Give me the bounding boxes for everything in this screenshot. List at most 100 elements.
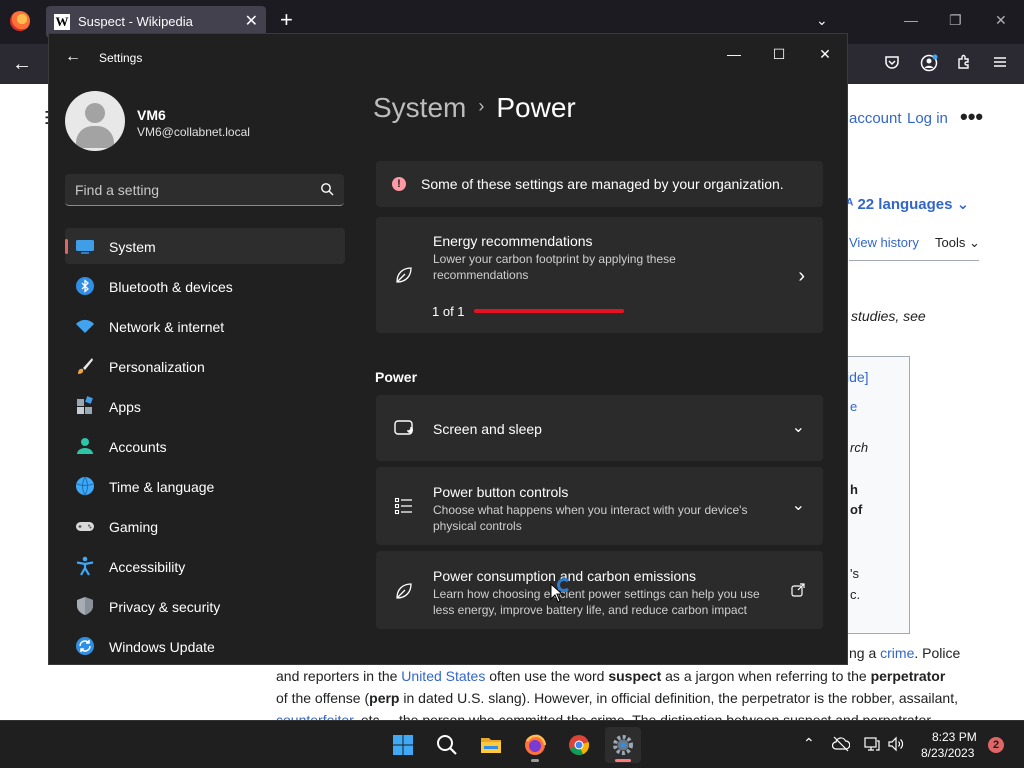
browser-minimize-button[interactable]: —	[904, 12, 918, 28]
article-text: . Police	[914, 645, 961, 661]
infobox-fragment: rch	[850, 440, 869, 455]
nav-item-apps[interactable]: Apps	[65, 388, 345, 424]
login-link[interactable]: Log in	[907, 110, 948, 127]
network-status-icon[interactable]	[864, 736, 880, 752]
article-text: and reporters in the	[276, 668, 402, 684]
article-text: ng a	[849, 645, 881, 661]
article-line: of the offense (perp in dated U.S. slang…	[276, 690, 958, 706]
breadcrumb-system[interactable]: System	[373, 92, 466, 123]
new-tab-button[interactable]: +	[280, 9, 293, 31]
firefox-logo-icon[interactable]	[10, 11, 30, 31]
article-text: in dated U.S. slang). However, in offici…	[399, 690, 958, 706]
nav-item-system[interactable]: System	[65, 228, 345, 264]
screen-and-sleep-card[interactable]: Screen and sleep ⌄	[376, 395, 823, 461]
nav-label: Gaming	[109, 519, 159, 535]
volume-icon[interactable]	[888, 736, 904, 752]
nav-label: Accounts	[109, 439, 167, 455]
article-bold-text: perpetrator	[870, 668, 946, 684]
screen-sleep-title: Screen and sleep	[433, 421, 542, 437]
browser-close-button[interactable]: ✕	[995, 12, 1007, 29]
settings-minimize-button[interactable]: —	[714, 42, 754, 66]
tab-close-icon[interactable]: ✕	[245, 11, 258, 31]
external-link-icon[interactable]	[791, 583, 805, 597]
pocket-icon[interactable]	[884, 54, 900, 70]
hide-link[interactable]: ide]	[846, 369, 869, 385]
nav-item-bluetooth[interactable]: Bluetooth & devices	[65, 268, 345, 304]
file-explorer-button[interactable]	[473, 727, 509, 763]
taskbar-search-button[interactable]	[429, 727, 465, 763]
list-controls-icon	[394, 497, 412, 515]
consumption-description: Learn how choosing efficient power setti…	[433, 587, 760, 617]
clock-time[interactable]: 8:23 PM	[932, 730, 977, 744]
hamburger-menu-icon[interactable]	[992, 54, 1008, 70]
nav-item-accounts[interactable]: Accounts	[65, 428, 345, 464]
firefox-taskbar-button[interactable]	[517, 727, 553, 763]
chrome-taskbar-button[interactable]	[561, 727, 597, 763]
article-bold-text: suspect	[608, 668, 662, 684]
account-icon[interactable]	[920, 54, 938, 72]
article-text: , etc. – the person who committed the cr…	[353, 712, 931, 720]
search-box[interactable]	[65, 174, 344, 206]
breadcrumb: System › Power	[373, 92, 576, 124]
firefox-icon	[525, 734, 546, 755]
article-line: and reporters in the United States often…	[276, 668, 945, 684]
infobox-fragment: 's	[850, 566, 859, 581]
power-consumption-card[interactable]: Power consumption and carbon emissions L…	[376, 551, 823, 629]
avatar-body	[76, 126, 114, 148]
user-email: VM6@collabnet.local	[137, 125, 250, 139]
power-section-heading: Power	[375, 369, 418, 385]
privacy-icon	[77, 597, 93, 615]
energy-progress-fill	[474, 309, 624, 313]
more-options-icon[interactable]: •••	[960, 104, 983, 130]
energy-description: Lower your carbon footprint by applying …	[433, 252, 676, 282]
cloud-offline-icon[interactable]	[832, 736, 850, 752]
notification-badge[interactable]: 2	[988, 737, 1004, 753]
browser-restore-button[interactable]: ❐	[949, 12, 962, 29]
counterfeiter-link[interactable]: counterfeiter	[276, 712, 353, 720]
search-input[interactable]	[65, 174, 305, 205]
article-line: ng a crime. Police	[849, 645, 960, 661]
nav-label: Time & language	[109, 479, 215, 495]
extensions-icon[interactable]	[956, 54, 972, 70]
info-alert-icon: !	[392, 177, 406, 191]
article-bold-text: perp	[369, 690, 400, 706]
view-history-link[interactable]: View history	[849, 235, 919, 250]
search-icon[interactable]	[320, 182, 334, 196]
nav-label: Accessibility	[109, 559, 186, 575]
tab-list-chevron-icon[interactable]: ⌄	[816, 12, 828, 29]
power-button-title: Power button controls	[433, 484, 569, 500]
nav-item-windows-update[interactable]: Windows Update	[65, 628, 345, 664]
active-indicator	[615, 759, 631, 762]
crime-link[interactable]: crime	[880, 645, 914, 661]
settings-taskbar-button[interactable]	[605, 727, 641, 763]
settings-maximize-button[interactable]: ☐	[759, 42, 799, 66]
languages-button[interactable]: ᴬ 22 languages ⌄	[846, 195, 969, 213]
screen-sleep-icon	[394, 420, 413, 435]
wikipedia-favicon-icon: W	[54, 14, 70, 30]
chrome-icon	[569, 735, 590, 756]
article-text: often use the word	[485, 668, 609, 684]
nav-item-time-language[interactable]: Time & language	[65, 468, 345, 504]
nav-item-privacy-security[interactable]: Privacy & security	[65, 588, 345, 624]
busy-spinner-icon	[557, 578, 571, 592]
start-button[interactable]	[385, 727, 421, 763]
settings-nav: System Bluetooth & devices Network & int…	[65, 228, 345, 664]
nav-item-accessibility[interactable]: Accessibility	[65, 548, 345, 584]
create-account-link[interactable]: account	[849, 110, 902, 127]
energy-recommendations-card[interactable]: Energy recommendations Lower your carbon…	[376, 217, 823, 333]
hatnote-text: studies, see	[851, 308, 926, 324]
divider	[849, 260, 979, 261]
tools-menu[interactable]: Tools ⌄	[935, 235, 980, 251]
tray-overflow-chevron-icon[interactable]: ⌃	[803, 735, 815, 752]
clock-date[interactable]: 8/23/2023	[921, 746, 974, 760]
united-states-link[interactable]: United States	[401, 668, 485, 684]
settings-back-button[interactable]: ←	[65, 48, 81, 66]
system-icon	[76, 240, 94, 254]
browser-back-button[interactable]: ←	[12, 53, 32, 76]
nav-item-personalization[interactable]: Personalization	[65, 348, 345, 384]
nav-item-gaming[interactable]: Gaming	[65, 508, 345, 544]
nav-item-network[interactable]: Network & internet	[65, 308, 345, 344]
avatar[interactable]	[65, 91, 125, 151]
settings-close-button[interactable]: ✕	[805, 42, 845, 66]
power-button-controls-card[interactable]: Power button controls Choose what happen…	[376, 467, 823, 545]
